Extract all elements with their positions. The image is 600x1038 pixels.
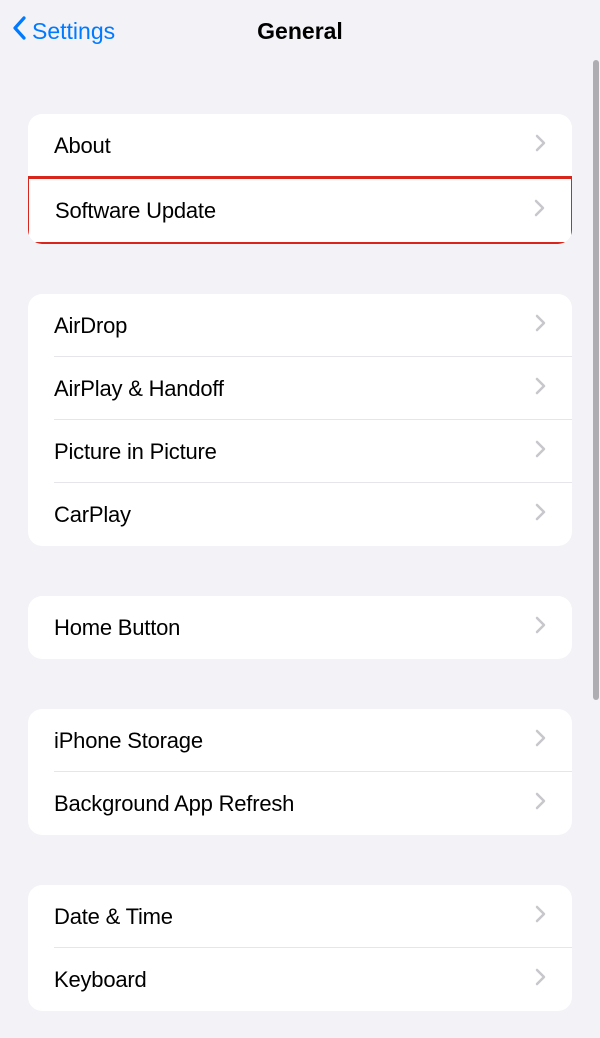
row-software-update[interactable]: Software Update xyxy=(29,179,571,242)
row-label: About xyxy=(54,133,111,159)
row-iphone-storage[interactable]: iPhone Storage xyxy=(28,709,572,772)
chevron-right-icon xyxy=(535,792,546,816)
row-carplay[interactable]: CarPlay xyxy=(28,483,572,546)
chevron-right-icon xyxy=(535,377,546,401)
row-label: AirDrop xyxy=(54,313,127,339)
row-label: Background App Refresh xyxy=(54,791,294,817)
row-date-time[interactable]: Date & Time xyxy=(28,885,572,948)
back-button[interactable]: Settings xyxy=(12,16,115,46)
chevron-right-icon xyxy=(535,134,546,158)
scrollbar[interactable] xyxy=(593,60,599,700)
chevron-right-icon xyxy=(535,616,546,640)
chevron-right-icon xyxy=(535,314,546,338)
row-picture-in-picture[interactable]: Picture in Picture xyxy=(28,420,572,483)
row-about[interactable]: About xyxy=(28,114,572,177)
row-background-app-refresh[interactable]: Background App Refresh xyxy=(28,772,572,835)
row-label: CarPlay xyxy=(54,502,131,528)
row-label: iPhone Storage xyxy=(54,728,203,754)
row-label: Picture in Picture xyxy=(54,439,217,465)
back-label: Settings xyxy=(32,18,115,45)
chevron-left-icon xyxy=(12,16,28,46)
settings-content: About Software Update AirDrop AirPlay & … xyxy=(0,62,600,1038)
row-label: Home Button xyxy=(54,615,180,641)
chevron-right-icon xyxy=(535,503,546,527)
nav-header: Settings General xyxy=(0,0,600,62)
highlight-box: Software Update xyxy=(28,176,572,244)
row-airplay-handoff[interactable]: AirPlay & Handoff xyxy=(28,357,572,420)
settings-group: About Software Update xyxy=(28,114,572,244)
row-label: Software Update xyxy=(55,198,216,224)
chevron-right-icon xyxy=(535,440,546,464)
chevron-right-icon xyxy=(534,199,545,223)
settings-group: AirDrop AirPlay & Handoff Picture in Pic… xyxy=(28,294,572,546)
row-keyboard[interactable]: Keyboard xyxy=(28,948,572,1011)
row-label: AirPlay & Handoff xyxy=(54,376,224,402)
chevron-right-icon xyxy=(535,968,546,992)
settings-group: Date & Time Keyboard xyxy=(28,885,572,1011)
chevron-right-icon xyxy=(535,905,546,929)
row-label: Date & Time xyxy=(54,904,173,930)
row-home-button[interactable]: Home Button xyxy=(28,596,572,659)
row-airdrop[interactable]: AirDrop xyxy=(28,294,572,357)
settings-group: Home Button xyxy=(28,596,572,659)
settings-group: iPhone Storage Background App Refresh xyxy=(28,709,572,835)
chevron-right-icon xyxy=(535,729,546,753)
row-label: Keyboard xyxy=(54,967,147,993)
